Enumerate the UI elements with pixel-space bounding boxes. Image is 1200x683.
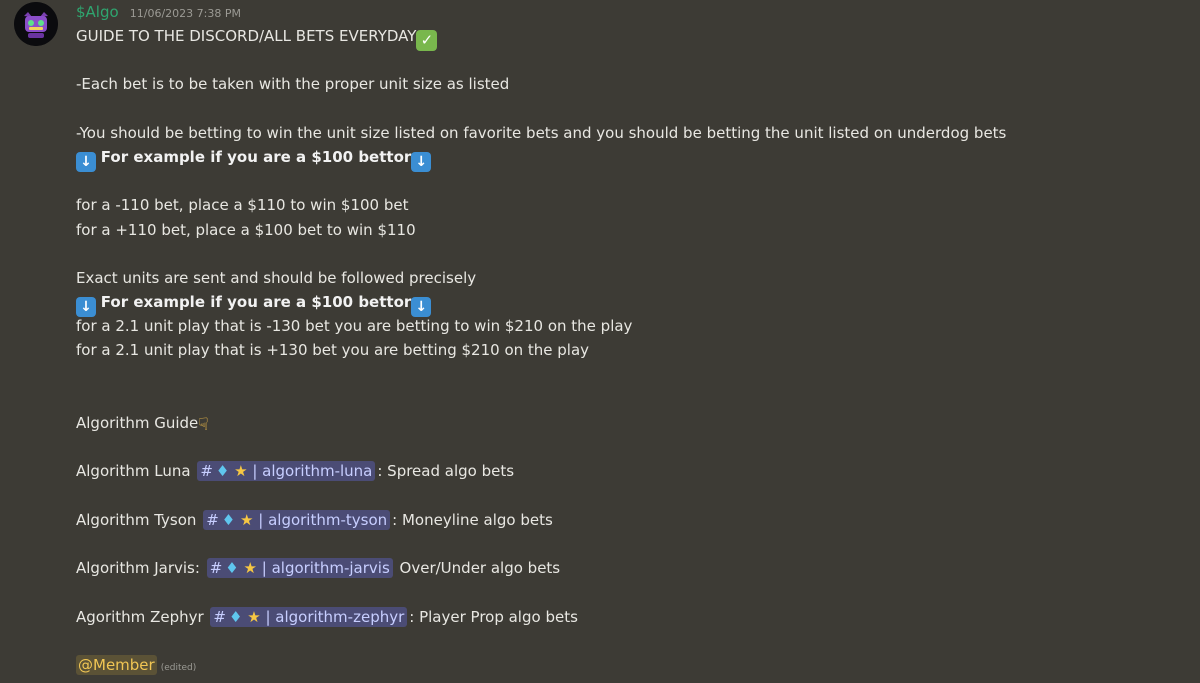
message-content: $Algo 11/06/2023 7:38 PM GUIDE TO THE DI… (76, 0, 1180, 677)
message-line: -Each bet is to be taken with the proper… (76, 75, 510, 94)
avatar[interactable] (14, 2, 58, 46)
gem-icon: ♦ (215, 462, 230, 481)
hash-icon: # (209, 559, 223, 578)
example-heading: ↓ For example if you are a $100 bettor ↓ (76, 145, 1180, 172)
robot-mascot-icon (14, 2, 58, 46)
algorithm-row: Algorithm Tyson # ♦ ★ | algorithm-tyson: … (76, 508, 1180, 532)
channel-name: algorithm-luna (262, 462, 373, 481)
message-line: for a 2.1 unit play that is +130 bet you… (76, 341, 590, 360)
algorithm-desc: : Player Prop algo bets (409, 607, 578, 626)
hash-icon: # (206, 510, 219, 529)
example-label: For example if you are a $100 bettor (100, 147, 412, 166)
role-mention[interactable]: @Member (76, 654, 157, 675)
channel-mention[interactable]: # ♦ ★ | algorithm-luna (197, 461, 376, 482)
message-line: for a +110 bet, place a $100 bet to win … (76, 220, 416, 239)
gem-icon: ♦ (229, 607, 243, 626)
message-line: for a -110 bet, place a $110 to win $100… (76, 196, 409, 215)
channel-name: algorithm-zephyr (275, 607, 405, 626)
star-icon: ★ (234, 462, 248, 481)
algorithm-row: Algorithm Jarvis: # ♦ ★ | algorithm-jarvi… (76, 556, 1180, 580)
example-label: For example if you are a $100 bettor (100, 293, 412, 312)
algorithm-desc: Over/Under algo bets (394, 559, 561, 578)
chat-message: $Algo 11/06/2023 7:38 PM GUIDE TO THE DI… (0, 0, 1200, 683)
username[interactable]: $Algo (76, 3, 119, 21)
algorithm-name: Algorithm Jarvis: (76, 559, 200, 578)
message-line: Exact units are sent and should be follo… (76, 268, 477, 287)
star-icon: ★ (243, 559, 257, 578)
message-line: -You should be betting to win the unit s… (76, 123, 1007, 142)
down-arrow-icon: ↓ (411, 151, 432, 172)
gem-icon: ♦ (225, 559, 239, 578)
algorithm-name: Agorithm Zephyr (76, 607, 204, 626)
down-arrow-icon: ↓ (76, 151, 96, 172)
message-line: for a 2.1 unit play that is -130 bet you… (76, 317, 633, 336)
channel-mention[interactable]: # ♦ ★ | algorithm-zephyr (210, 606, 408, 627)
mention-row: @Member (edited) (76, 653, 1180, 677)
message-line-title: GUIDE TO THE DISCORD/ALL BETS EVERYDAY ✓ (76, 24, 1180, 51)
guide-title: GUIDE TO THE DISCORD/ALL BETS EVERYDAY (76, 27, 417, 45)
algorithm-row: Agorithm Zephyr # ♦ ★ | algorithm-zephyr:… (76, 605, 1180, 629)
pointing-down-hand-icon: ☟ (198, 415, 209, 436)
timestamp: 11/06/2023 7:38 PM (129, 7, 241, 20)
star-icon: ★ (240, 510, 254, 529)
algorithm-name: Algorithm Luna (76, 462, 191, 481)
channel-mention[interactable]: # ♦ ★ | algorithm-jarvis (206, 558, 393, 579)
message-header: $Algo 11/06/2023 7:38 PM (76, 0, 1180, 24)
channel-name: algorithm-tyson (268, 510, 388, 529)
gem-icon: ♦ (221, 510, 236, 529)
example-heading: ↓ For example if you are a $100 bettor ↓ (76, 290, 1180, 318)
algorithm-guide-title: Algorithm Guide (76, 414, 199, 433)
algorithm-desc: : Moneyline algo bets (392, 510, 553, 529)
star-icon: ★ (247, 607, 261, 626)
algorithm-desc: : Spread algo bets (377, 462, 515, 481)
check-mark-icon: ✓ (416, 30, 438, 51)
hash-icon: # (200, 462, 213, 481)
edited-label: (edited) (160, 662, 197, 673)
channel-name: algorithm-jarvis (271, 559, 390, 578)
hash-icon: # (213, 607, 226, 626)
algorithm-name: Algorithm Tyson (76, 510, 197, 529)
channel-mention[interactable]: # ♦ ★ | algorithm-tyson (203, 509, 391, 530)
algorithm-guide-heading: Algorithm Guide☟ (76, 411, 1180, 435)
algorithm-row: Algorithm Luna # ♦ ★ | algorithm-luna: Sp… (76, 459, 1180, 483)
